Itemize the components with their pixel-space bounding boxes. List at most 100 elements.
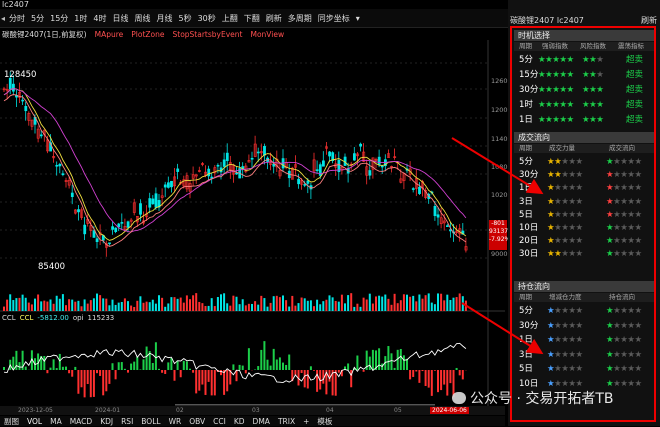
indicator-bar bbox=[201, 370, 203, 385]
volume-bar bbox=[62, 294, 64, 311]
indicator-bar bbox=[139, 369, 141, 370]
indicator-bar bbox=[152, 363, 154, 370]
volume-bar bbox=[353, 307, 355, 311]
candle-body bbox=[71, 193, 73, 197]
volume-bar bbox=[248, 304, 250, 311]
section-header-timing: 时机选择 bbox=[514, 30, 654, 41]
volume-bar bbox=[387, 299, 389, 311]
subchart-tab[interactable]: KDJ bbox=[96, 417, 117, 426]
subchart-tab[interactable]: WR bbox=[165, 417, 186, 426]
volume-bar bbox=[226, 303, 228, 311]
kline-chart[interactable] bbox=[0, 40, 505, 406]
volume-bar bbox=[347, 295, 349, 311]
indicator-bar bbox=[158, 369, 160, 370]
volume-bar bbox=[456, 297, 458, 311]
volume-bar bbox=[350, 293, 352, 311]
toolbar-item[interactable]: 上翻 bbox=[219, 13, 241, 24]
toolbar-item[interactable]: 刷新 bbox=[263, 13, 285, 24]
period-toolbar: ◂分时5分15分1时4时日线周线月线5秒30秒上翻下翻刷新多周期同步坐标▾ bbox=[0, 9, 508, 28]
indicator-bar bbox=[347, 363, 349, 370]
volume-bar bbox=[87, 304, 89, 311]
toolbar-item[interactable]: 1时 bbox=[71, 13, 90, 24]
indicator-monview[interactable]: MonView bbox=[250, 30, 284, 39]
indicator-plotzone[interactable]: PlotZone bbox=[131, 30, 164, 39]
risk-stars: ★★★ bbox=[582, 113, 603, 127]
panel-refresh[interactable]: 刷新 bbox=[641, 15, 657, 26]
toolbar-item[interactable]: 日线 bbox=[109, 13, 131, 24]
volume-bar bbox=[174, 297, 176, 311]
volume-bar bbox=[164, 307, 166, 311]
candle-body bbox=[77, 210, 79, 212]
volume-bar bbox=[313, 306, 315, 311]
toolbar-item[interactable]: 5分 bbox=[28, 13, 47, 24]
indicator-bar bbox=[71, 370, 73, 377]
volume-bar bbox=[170, 297, 172, 311]
toolbar-item[interactable]: 下翻 bbox=[241, 13, 263, 24]
volume-bar bbox=[363, 298, 365, 311]
volume-stars: ★★★★★ bbox=[547, 362, 583, 376]
subchart-tab[interactable]: 模板 bbox=[313, 416, 336, 427]
volume-bar bbox=[462, 296, 464, 311]
subchart-tab[interactable]: TRIX bbox=[274, 417, 299, 426]
candle-body bbox=[127, 222, 129, 228]
toolbar-more-icon[interactable]: ▾ bbox=[353, 14, 363, 23]
subchart-tab[interactable]: DMA bbox=[249, 417, 274, 426]
strength-stars: ★★★★★ bbox=[538, 53, 574, 67]
indicator-bar bbox=[174, 370, 176, 381]
volume-bar bbox=[139, 296, 141, 311]
indicator-bar bbox=[288, 355, 290, 370]
indicator-stopstarts[interactable]: StopStartsbyEvent bbox=[173, 30, 243, 39]
subchart-tab[interactable]: 副图 bbox=[0, 416, 23, 427]
subchart-tab[interactable]: CCI bbox=[209, 417, 230, 426]
indicator-bar bbox=[220, 370, 222, 375]
volume-bar bbox=[319, 304, 321, 311]
candle-body bbox=[434, 206, 436, 215]
indicator-bar bbox=[406, 359, 408, 370]
toolbar-item[interactable]: 30秒 bbox=[195, 13, 219, 24]
toolbar-item[interactable]: 5秒 bbox=[175, 13, 194, 24]
subchart-tab[interactable]: + bbox=[299, 417, 313, 426]
candle-body bbox=[208, 169, 210, 176]
volume-bar bbox=[356, 304, 358, 311]
volume-bar bbox=[56, 296, 58, 311]
subchart-tab[interactable]: KD bbox=[230, 417, 249, 426]
subchart-tab[interactable]: MACD bbox=[66, 417, 96, 426]
subchart-tab[interactable]: RSI bbox=[117, 417, 137, 426]
indicator-bar bbox=[294, 370, 296, 375]
volume-bar bbox=[143, 303, 145, 311]
toolbar-item[interactable]: 周线 bbox=[131, 13, 153, 24]
candle-body bbox=[251, 158, 253, 159]
column-label: 周期 bbox=[519, 293, 532, 302]
toolbar-item[interactable]: 分时 bbox=[6, 13, 28, 24]
volume-bar bbox=[167, 303, 169, 311]
indicator-bar bbox=[133, 362, 135, 370]
indicator-mapure[interactable]: MApure bbox=[95, 30, 124, 39]
volume-bar bbox=[229, 306, 231, 311]
toolbar-item[interactable]: 月线 bbox=[153, 13, 175, 24]
toolbar-item[interactable]: 多周期 bbox=[285, 13, 315, 24]
subchart-tab[interactable]: VOL bbox=[23, 417, 46, 426]
volume-bar bbox=[431, 303, 433, 311]
toolbar-item[interactable]: 同步坐标 bbox=[315, 13, 353, 24]
date-tick: 2024-01 bbox=[95, 407, 120, 414]
direction-stars: ★★★★★ bbox=[606, 181, 642, 195]
candle-body bbox=[236, 173, 238, 174]
indicator-bar bbox=[90, 370, 92, 397]
toolbar-item[interactable]: 15分 bbox=[47, 13, 71, 24]
volume-bar bbox=[239, 304, 241, 311]
indicator-bar bbox=[378, 348, 380, 370]
direction-stars: ★★★★★ bbox=[606, 234, 642, 248]
subchart-tab[interactable]: OBV bbox=[185, 417, 209, 426]
volume-bar bbox=[77, 301, 79, 311]
date-axis[interactable]: 2023-12-05 2024-01 02 03 04 05 2024-06-0… bbox=[0, 406, 505, 415]
column-header: 周期强弱指数风险指数震荡指标 bbox=[514, 42, 654, 51]
indicator-bar bbox=[304, 370, 306, 387]
candle-body bbox=[307, 181, 309, 184]
subchart-tab[interactable]: MA bbox=[46, 417, 66, 426]
volume-bar bbox=[46, 302, 48, 311]
toolbar-item[interactable]: 4时 bbox=[90, 13, 109, 24]
volume-stars: ★★★★★ bbox=[547, 304, 583, 318]
subchart-tab[interactable]: BOLL bbox=[137, 417, 164, 426]
candle-body bbox=[353, 154, 355, 161]
period-label: 20日 bbox=[519, 234, 538, 248]
